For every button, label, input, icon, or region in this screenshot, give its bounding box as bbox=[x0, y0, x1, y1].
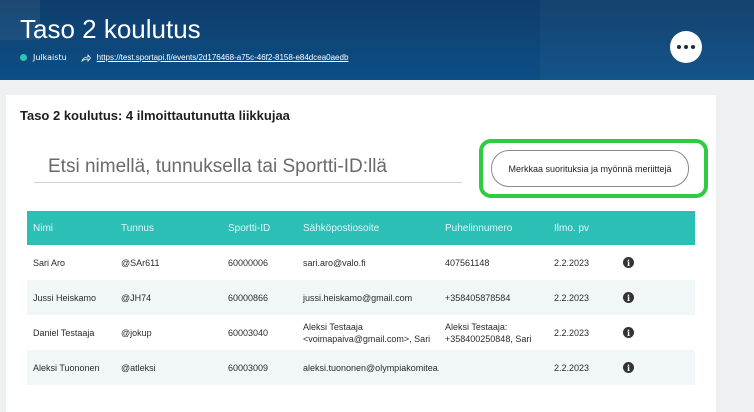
table-row[interactable]: Sari Aro @SAr611 60000006 sari.aro@valo.… bbox=[27, 245, 695, 280]
cell-phone: Aleksi Testaaja: +358400250848, Sari Aro… bbox=[439, 315, 548, 350]
cell-sportti-id: 60000866 bbox=[228, 292, 269, 303]
participants-card: Taso 2 koulutus: 4 ilmoittautunutta liik… bbox=[6, 95, 716, 412]
table-header: Nimi Tunnus Sportti-ID Sähköpostiosoite … bbox=[27, 211, 695, 245]
more-horizontal-icon bbox=[677, 45, 681, 49]
cell-sportti-id: 60000006 bbox=[228, 257, 269, 268]
cell-phone-text: Aleksi Testaaja: +358400250848, Sari Aro… bbox=[445, 321, 532, 344]
cell-phone: +358405878584 bbox=[445, 292, 511, 303]
cell-sportti-id: 60003009 bbox=[228, 362, 269, 373]
search-input[interactable] bbox=[34, 151, 462, 183]
cell-name: Aleksi Tuononen bbox=[33, 362, 100, 373]
cell-actions: i bbox=[609, 315, 695, 350]
cell-email: sari.aro@valo.fi bbox=[303, 257, 366, 268]
cell-handle: @atleksi bbox=[121, 362, 156, 373]
cell-name: Jussi Heiskamo bbox=[33, 292, 97, 303]
table-row[interactable]: Jussi Heiskamo @JH74 60000866 jussi.heis… bbox=[27, 280, 695, 315]
page-title: Taso 2 koulutus bbox=[20, 14, 201, 44]
cell-handle: @SAr611 bbox=[121, 257, 160, 268]
cell-email: Aleksi Testaaja <voimapaiva@gmail.com>, … bbox=[297, 315, 439, 350]
info-icon[interactable]: i bbox=[623, 257, 634, 268]
cell-name: Daniel Testaaja bbox=[33, 327, 95, 338]
cell-email: aleksi.tuononen@olympiakomitea.fi bbox=[303, 362, 439, 373]
column-header-handle[interactable]: Tunnus bbox=[115, 211, 222, 245]
more-dot bbox=[691, 45, 695, 49]
info-icon[interactable]: i bbox=[623, 327, 634, 338]
header-decoration bbox=[540, 0, 754, 80]
more-dot bbox=[684, 45, 688, 49]
cell-phone: 407561148 bbox=[445, 257, 490, 268]
column-header-actions bbox=[609, 211, 695, 245]
cell-actions: i bbox=[609, 350, 695, 385]
cell-registration-date: 2.2.2023 bbox=[554, 362, 590, 373]
table-row[interactable]: Aleksi Tuononen @atleksi 60003009 aleksi… bbox=[27, 350, 695, 385]
status-dot-icon bbox=[20, 54, 27, 61]
status-label: Julkaistu bbox=[33, 53, 67, 62]
event-link[interactable]: https://test.sportapi.fi/events/2d176468… bbox=[97, 53, 349, 62]
section-title: Taso 2 koulutus: 4 ilmoittautunutta liik… bbox=[20, 108, 290, 123]
info-icon[interactable]: i bbox=[623, 362, 634, 373]
cell-registration-date: 2.2.2023 bbox=[554, 292, 590, 303]
cell-handle: @JH74 bbox=[121, 292, 152, 303]
cell-registration-date: 2.2.2023 bbox=[554, 327, 590, 338]
column-header-registration-date[interactable]: Ilmo. pv bbox=[548, 211, 609, 245]
cell-actions: i bbox=[609, 245, 695, 280]
cell-actions: i bbox=[609, 280, 695, 315]
more-options-button[interactable] bbox=[670, 31, 702, 63]
info-icon[interactable]: i bbox=[623, 292, 634, 303]
table-row[interactable]: Daniel Testaaja @jokup 60003040 Aleksi T… bbox=[27, 315, 695, 350]
event-meta: Julkaistu https://test.sportapi.fi/event… bbox=[20, 53, 348, 62]
cell-email: jussi.heiskamo@gmail.com bbox=[303, 292, 413, 303]
cell-registration-date: 2.2.2023 bbox=[554, 257, 590, 268]
share-icon bbox=[80, 53, 91, 62]
cell-sportti-id: 60003040 bbox=[228, 327, 269, 338]
cell-handle: @jokup bbox=[121, 327, 152, 338]
column-header-name[interactable]: Nimi bbox=[27, 211, 115, 245]
column-header-email[interactable]: Sähköpostiosoite bbox=[297, 211, 439, 245]
cell-phone bbox=[439, 350, 548, 385]
column-header-sportti-id[interactable]: Sportti-ID bbox=[222, 211, 297, 245]
page-header: Taso 2 koulutus Julkaistu https://test.s… bbox=[0, 0, 754, 80]
participants-table: Nimi Tunnus Sportti-ID Sähköpostiosoite … bbox=[27, 211, 695, 385]
column-header-phone[interactable]: Puhelinnumero bbox=[439, 211, 548, 245]
cell-email-text: Aleksi Testaaja <voimapaiva@gmail.com>, … bbox=[303, 321, 431, 344]
mark-completions-button[interactable]: Merkkaa suorituksia ja myönnä meriittejä bbox=[491, 150, 689, 187]
cell-name: Sari Aro bbox=[33, 257, 66, 268]
